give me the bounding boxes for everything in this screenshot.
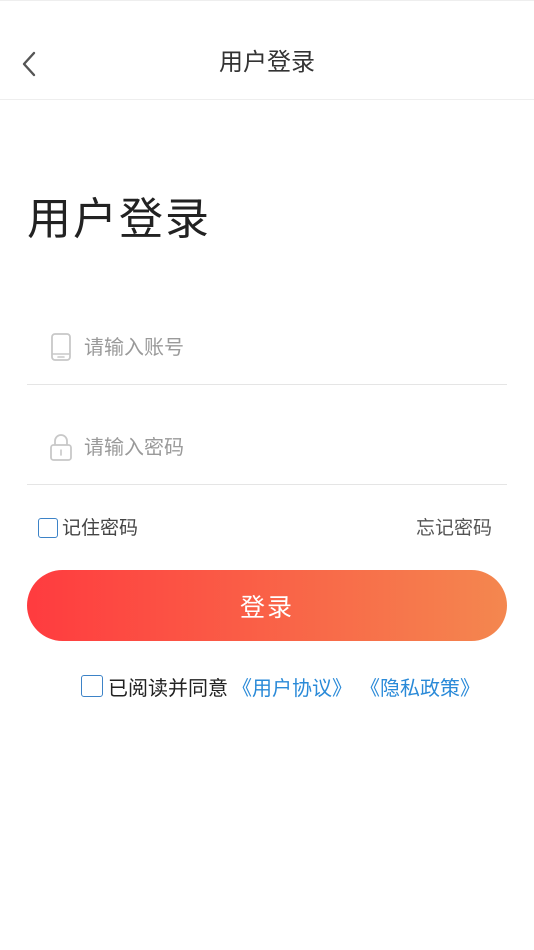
lock-icon bbox=[50, 434, 72, 461]
privacy-policy-link[interactable]: 《隐私政策》 bbox=[360, 672, 480, 701]
remember-checkbox[interactable] bbox=[38, 518, 58, 538]
navbar: 用户登录 bbox=[0, 0, 534, 100]
phone-icon bbox=[51, 333, 71, 361]
login-button[interactable]: 登录 bbox=[27, 570, 507, 641]
agreement-checkbox[interactable] bbox=[81, 675, 103, 697]
page-title: 用户登录 bbox=[27, 194, 211, 245]
account-field bbox=[27, 324, 507, 385]
remember-password-toggle[interactable]: 记住密码 bbox=[38, 515, 138, 541]
user-agreement-link[interactable]: 《用户协议》 bbox=[232, 672, 352, 701]
nav-title: 用户登录 bbox=[219, 48, 315, 76]
agreement-row: 已阅读并同意 《用户协议》 《隐私政策》 bbox=[81, 672, 480, 700]
account-input[interactable] bbox=[84, 330, 484, 364]
password-input[interactable] bbox=[84, 430, 484, 464]
agreement-prefix: 已阅读并同意 bbox=[108, 675, 228, 700]
remember-label: 记住密码 bbox=[62, 517, 139, 539]
password-field bbox=[27, 424, 507, 485]
forgot-password-link[interactable]: 忘记密码 bbox=[416, 515, 492, 541]
